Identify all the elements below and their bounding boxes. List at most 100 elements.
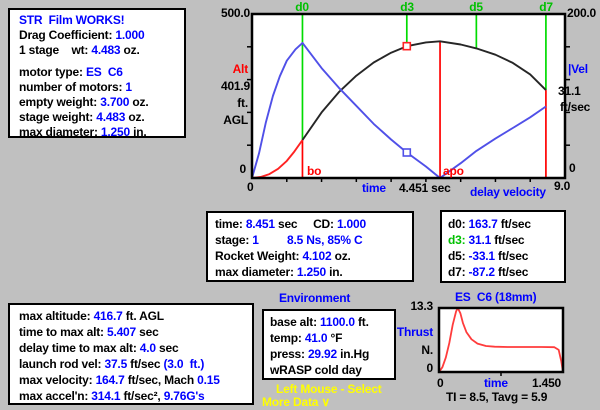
label-text: max diameter:: [19, 125, 101, 139]
flight-status-lines: time: 8.451 sec CD: 1.000stage: 1 8.5 Ns…: [215, 216, 412, 280]
value-text: 9.76G's: [164, 389, 205, 403]
info-line: press: 29.92 in.Hg: [270, 346, 394, 362]
selection-marker-left[interactable]: [403, 43, 410, 50]
label-text: ft.: [355, 315, 369, 329]
value-text: -33.1: [469, 249, 495, 263]
info-line: wRASP cold day: [270, 362, 394, 378]
info-line: max altitude: 416.7 ft. AGL: [19, 308, 252, 324]
alt-axis-max-label: 500.0: [198, 6, 250, 20]
time-axis-max-label: 9.0: [554, 179, 570, 193]
delay-velocities-box[interactable]: d0: 163.7 ft/secd3: 31.1 ft/secd5: -33.1…: [440, 210, 566, 283]
label-text: press:: [270, 347, 308, 361]
info-line: 1 stage wt: 4.483 oz.: [19, 43, 184, 58]
mouse-hint-label: Left Mouse - Select: [276, 382, 382, 396]
vel-axis-title: |Vel: [568, 62, 588, 76]
label-text: temp:: [270, 331, 305, 345]
info-line: STR Film WORKS!: [19, 13, 184, 28]
value-text: 1.250: [101, 125, 130, 139]
delay-velocity-lines: d0: 163.7 ft/secd3: 31.1 ft/secd5: -33.1…: [448, 216, 564, 280]
rocket-info-top-lines: STR Film WORKS!Drag Coefficient: 1.0001 …: [19, 13, 184, 58]
flight-profile-chart[interactable]: [252, 14, 565, 178]
more-data-label: More Data: [262, 395, 318, 409]
value-text: 4.483: [91, 43, 120, 57]
value-text: 5.407: [107, 325, 136, 339]
label-text: sec: [136, 325, 159, 339]
value-text: 37.5: [104, 357, 127, 371]
info-line: max diameter: 1.250 in.: [19, 125, 184, 140]
delay-line-label-d0[interactable]: d0: [295, 0, 309, 14]
value-text: 163.7: [469, 217, 498, 231]
info-line: Drag Coefficient: 1.000: [19, 28, 184, 43]
thrust-curve-chart: [439, 308, 563, 372]
info-line: temp: 41.0 °F: [270, 330, 394, 346]
info-line: d3: 31.1 ft/sec: [448, 232, 564, 248]
value-text: 41.0: [305, 331, 328, 345]
thrust-plot-background: [439, 308, 563, 372]
thrust-time-zero-label: 0: [437, 376, 443, 390]
label-text: d7:: [448, 265, 469, 279]
label-text: 1 stage wt:: [19, 43, 91, 57]
value-text: 1.000: [337, 217, 366, 231]
info-line: empty weight: 3.700 oz.: [19, 95, 184, 110]
thrust-axis-zero-label: 0: [399, 361, 433, 375]
vel-cursor-value: 31.1: [558, 84, 581, 98]
value-text: 8.5 Ns, 85% C: [287, 233, 362, 247]
thrust-axis-max-label: 13.3: [399, 299, 433, 313]
delay-line-label-d5[interactable]: d5: [469, 0, 483, 14]
time-cursor-value: 4.451 sec: [399, 181, 451, 195]
thrust-axis-title: Thrust: [393, 325, 433, 339]
apogee-label: apo: [443, 164, 464, 178]
info-line: stage: 1 8.5 Ns, 85% C: [215, 232, 412, 248]
alt-axis-title: Alt: [198, 62, 248, 76]
label-text: in.Hg: [337, 347, 369, 361]
vel-axis-zero-label: 0: [569, 161, 575, 175]
label-text: stage weight:: [19, 110, 96, 124]
info-line: max diameter: 1.250 in.: [215, 264, 412, 280]
label-text: max velocity:: [19, 373, 96, 387]
performance-summary-box: max altitude: 416.7 ft. AGLtime to max a…: [8, 303, 254, 405]
label-text: STR Film WORKS!: [19, 13, 124, 27]
value-text: 1.000: [115, 28, 144, 42]
info-line: Rocket Weight: 4.102 oz.: [215, 248, 412, 264]
label-text: max diameter:: [215, 265, 297, 279]
more-data-button[interactable]: More Data ∨: [262, 395, 330, 409]
value-text: 1: [125, 80, 131, 94]
time-axis-title: time: [362, 181, 386, 195]
label-text: oz.: [120, 43, 139, 57]
rocket-info-box: STR Film WORKS!Drag Coefficient: 1.0001 …: [8, 8, 186, 138]
vel-axis-unit: ft/sec: [560, 100, 590, 114]
burnout-label: bo: [307, 164, 321, 178]
value-text: 4.483: [96, 110, 125, 124]
delay-line-label-d7[interactable]: d7: [539, 0, 553, 14]
label-text: stage:: [215, 233, 252, 247]
info-line: max velocity: 164.7 ft/sec, Mach 0.15: [19, 372, 252, 388]
selection-marker-right[interactable]: [403, 149, 410, 156]
value-text: 4.0: [140, 341, 156, 355]
info-line: base alt: 1100.0 ft.: [270, 314, 394, 330]
label-text: sec CD:: [275, 217, 337, 231]
value-text: 0.15: [197, 373, 220, 387]
label-text: ft/sec²,: [120, 389, 163, 403]
value-text: (3.0 ft.): [163, 357, 204, 371]
label-text: ft/sec, Mach: [125, 373, 198, 387]
value-text: ES C6: [86, 65, 123, 79]
label-text: d3:: [448, 233, 469, 247]
info-line: d7: -87.2 ft/sec: [448, 264, 564, 280]
info-line: time to max alt: 5.407 sec: [19, 324, 252, 340]
info-line: d5: -33.1 ft/sec: [448, 248, 564, 264]
environment-lines: base alt: 1100.0 ft.temp: 41.0 °Fpress: …: [270, 314, 394, 378]
label-text: oz.: [129, 95, 148, 109]
label-text: [259, 233, 287, 247]
label-text: d0:: [448, 217, 469, 231]
label-text: ft/sec: [491, 233, 524, 247]
delay-line-label-d3[interactable]: d3: [400, 0, 414, 14]
motor-title: ES C6 (18mm): [455, 290, 536, 304]
label-text: base alt:: [270, 315, 320, 329]
label-text: max accel'n:: [19, 389, 91, 403]
label-text: ft/sec: [498, 217, 531, 231]
info-line: stage weight: 4.483 oz.: [19, 110, 184, 125]
thrust-axis-unit: N.: [399, 343, 433, 357]
rocket-info-motor-lines: motor type: ES C6number of motors: 1empt…: [19, 65, 184, 140]
value-text: 314.1: [91, 389, 120, 403]
label-text: ft/sec: [495, 249, 528, 263]
